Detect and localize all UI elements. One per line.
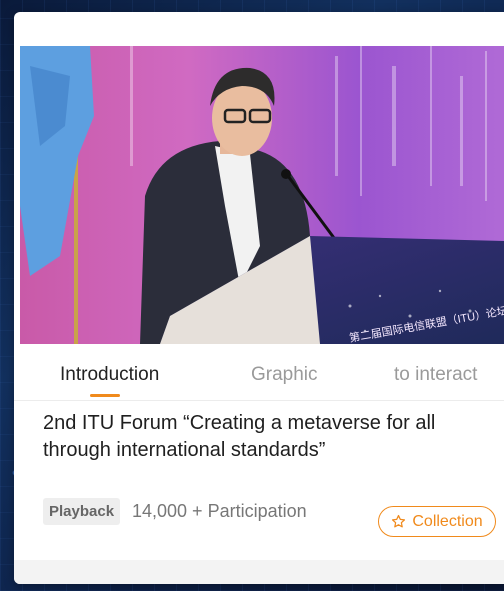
card-footer [14, 560, 504, 584]
speaker-scene [20, 46, 504, 344]
video-player[interactable]: 第二届国际电信联盟（ITU）论坛 [20, 46, 504, 344]
tab-graphic[interactable]: Graphic [251, 364, 318, 386]
tab-interact[interactable]: to interact [394, 364, 477, 386]
collection-button[interactable]: Collection [378, 506, 496, 537]
participation-count: 14,000 + Participation [132, 501, 307, 521]
star-outline-icon [391, 514, 406, 529]
event-card: 第二届国际电信联盟（ITU）论坛 Introduction Graphic to… [14, 12, 504, 584]
status-badge: Playback [43, 498, 121, 525]
tab-bar: Introduction Graphic to interact [14, 344, 504, 401]
collection-label: Collection [412, 512, 483, 530]
tab-introduction[interactable]: Introduction [60, 364, 159, 386]
event-title: 2nd ITU Forum “Creating a metaverse for … [43, 412, 436, 461]
active-tab-indicator [90, 394, 120, 397]
